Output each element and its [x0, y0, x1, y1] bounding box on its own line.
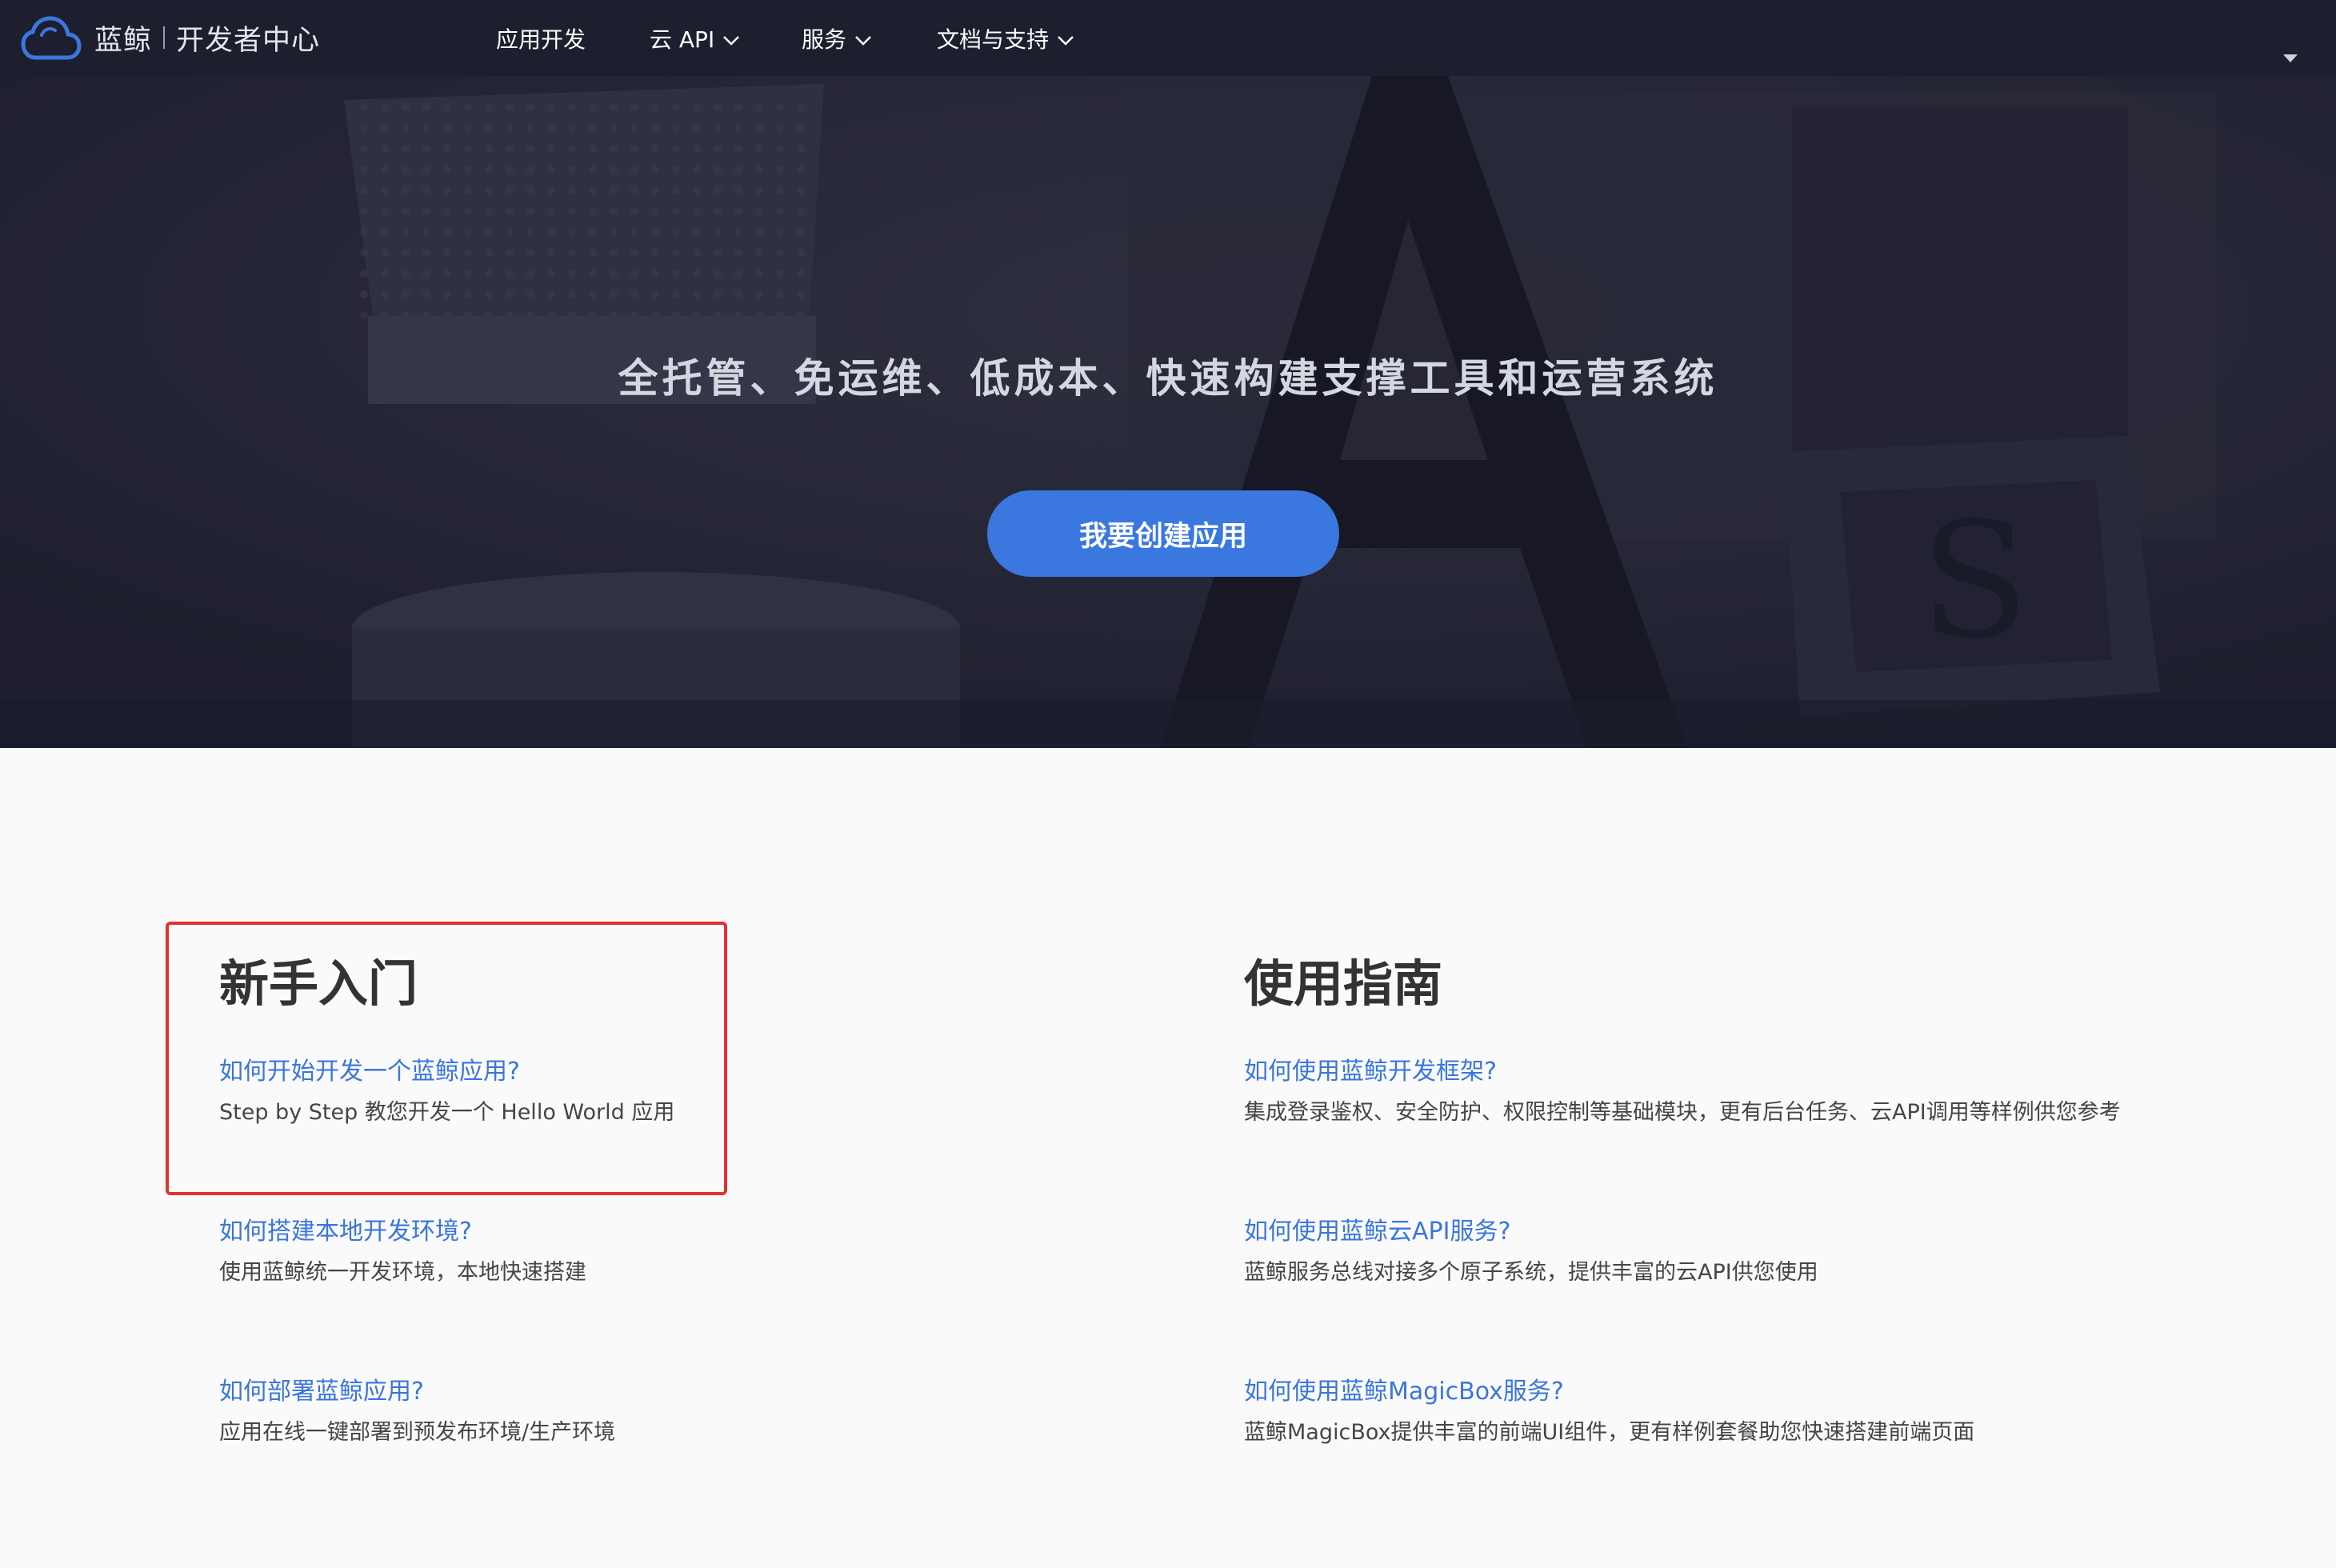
- brand-product: 开发者中心: [176, 24, 321, 57]
- brand-name: 蓝鲸 开发者中心: [94, 18, 320, 58]
- chevron-down-icon: [855, 35, 871, 46]
- guide-link[interactable]: 如何使用蓝鲸开发框架?: [1244, 1052, 2156, 1092]
- list-item: 如何开始开发一个蓝鲸应用? Step by Step 教您开发一个 Hello …: [219, 1052, 1099, 1131]
- guide-link[interactable]: 如何部署蓝鲸应用?: [219, 1372, 1099, 1412]
- create-app-button[interactable]: 我要创建应用: [987, 490, 1339, 577]
- list-item: 如何部署蓝鲸应用? 应用在线一键部署到预发布环境/生产环境: [219, 1372, 1099, 1451]
- section-title: 新手入门: [219, 954, 418, 1013]
- guide-description: Step by Step 教您开发一个 Hello World 应用: [219, 1100, 675, 1125]
- hero-slogan: 全托管、免运维、低成本、快速构建支撑工具和运营系统: [618, 355, 1718, 402]
- top-navigation: 蓝鲸 开发者中心 应用开发 云 API 服务 文档与支持: [0, 0, 2336, 76]
- guide-link[interactable]: 如何搭建本地开发环境?: [219, 1212, 1099, 1252]
- usage-guide-section: 使用指南 如何使用蓝鲸开发框架? 集成登录鉴权、安全防护、权限控制等基础模块，更…: [1244, 948, 2156, 1445]
- hero-banner: S 全托管、免运维、低成本、快速构建支撑工具和运营系统 我要创建应用: [0, 76, 2336, 748]
- chevron-down-icon: [723, 35, 740, 46]
- getting-started-section: 新手入门 如何开始开发一个蓝鲸应用? Step by Step 教您开发一个 H…: [219, 948, 1099, 1445]
- guide-link[interactable]: 如何使用蓝鲸MagicBox服务?: [1244, 1372, 2156, 1412]
- guide-link[interactable]: 如何使用蓝鲸云API服务?: [1244, 1212, 2156, 1252]
- section-title: 使用指南: [1244, 954, 1443, 1013]
- chevron-down-icon: [1058, 35, 1074, 46]
- guide-description: 集成登录鉴权、安全防护、权限控制等基础模块，更有后台任务、云API调用等样例供您…: [1244, 1100, 2121, 1125]
- brand-separator: [163, 26, 166, 49]
- guide-link[interactable]: 如何开始开发一个蓝鲸应用?: [219, 1052, 1099, 1092]
- nav-item-cloud-api[interactable]: 云 API: [650, 0, 740, 76]
- nav-item-services[interactable]: 服务: [802, 0, 872, 76]
- logo[interactable]: 蓝鲸 开发者中心: [21, 11, 320, 64]
- guide-description: 应用在线一键部署到预发布环境/生产环境: [219, 1420, 616, 1445]
- list-item: 如何使用蓝鲸云API服务? 蓝鲸服务总线对接多个原子系统，提供丰富的云API供您…: [1244, 1212, 2156, 1291]
- list-item: 如何使用蓝鲸MagicBox服务? 蓝鲸MagicBox提供丰富的前端UI组件，…: [1244, 1372, 2156, 1451]
- brand-title: 蓝鲸: [94, 24, 153, 57]
- nav-item-docs-support[interactable]: 文档与支持: [937, 0, 1074, 76]
- guide-description: 蓝鲸服务总线对接多个原子系统，提供丰富的云API供您使用: [1244, 1260, 1818, 1285]
- list-item: 如何搭建本地开发环境? 使用蓝鲸统一开发环境，本地快速搭建: [219, 1212, 1099, 1291]
- nav-item-label: 文档与支持: [937, 26, 1050, 53]
- guide-description: 蓝鲸MagicBox提供丰富的前端UI组件，更有样例套餐助您快速搭建前端页面: [1244, 1420, 1975, 1445]
- nav-item-label: 应用开发: [496, 26, 586, 53]
- nav-item-app-dev[interactable]: 应用开发: [496, 0, 586, 76]
- hero-background-image: S: [0, 76, 2336, 748]
- guide-description: 使用蓝鲸统一开发环境，本地快速搭建: [219, 1260, 586, 1285]
- list-item: 如何使用蓝鲸开发框架? 集成登录鉴权、安全防护、权限控制等基础模块，更有后台任务…: [1244, 1052, 2156, 1131]
- nav-item-label: 服务: [802, 26, 847, 53]
- cloud-logo-icon: [21, 16, 82, 60]
- caret-down-icon[interactable]: [2283, 54, 2298, 62]
- nav-item-label: 云 API: [650, 26, 715, 53]
